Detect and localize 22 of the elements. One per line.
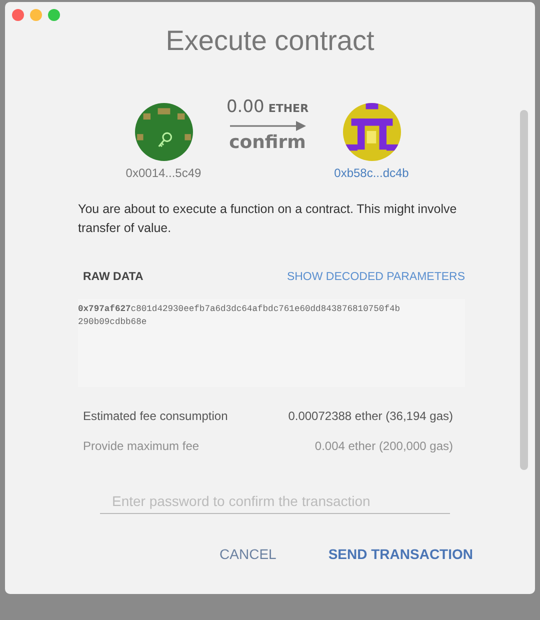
identicon-icon (134, 103, 192, 161)
fee-value: 0.00072388 ether (36,194 gas) (288, 409, 453, 423)
arrow-icon (230, 120, 306, 132)
fee-label: Estimated fee consumption (83, 409, 228, 423)
send-button[interactable]: SEND TRANSACTION (328, 544, 473, 564)
amount-value: 0.00 (226, 97, 264, 117)
minimize-button[interactable] (30, 9, 42, 21)
amount-unit: ETHER (268, 102, 309, 115)
contract-address[interactable]: 0xb58c...dc4b (334, 166, 409, 180)
window-title: Execute contract (164, 25, 376, 57)
cancel-button[interactable]: CANCEL (220, 544, 276, 564)
sender-address: 0x0014...5c49 (126, 166, 202, 180)
info-message: You are about to execute a function on a contract. This might involve transfer of value. (78, 201, 458, 237)
close-button[interactable] (12, 9, 24, 21)
scrollbar[interactable] (520, 110, 528, 470)
action-label: confirm (229, 132, 306, 153)
zoom-button[interactable] (48, 9, 60, 21)
decoded-parameters-link[interactable]: SHOW DECODED PARAMETERS (286, 271, 465, 283)
section-label: RAW DATA (83, 271, 144, 283)
fee-value: 0.004 ether (200,000 gas) (314, 439, 453, 453)
raw-data-text: 0x797af627c801d42930eefb7a6d3dc64afbdc761e60dd843876810750f4b 290b09cdbb68e (78, 303, 402, 329)
fee-label: Provide maximum fee (83, 439, 200, 453)
